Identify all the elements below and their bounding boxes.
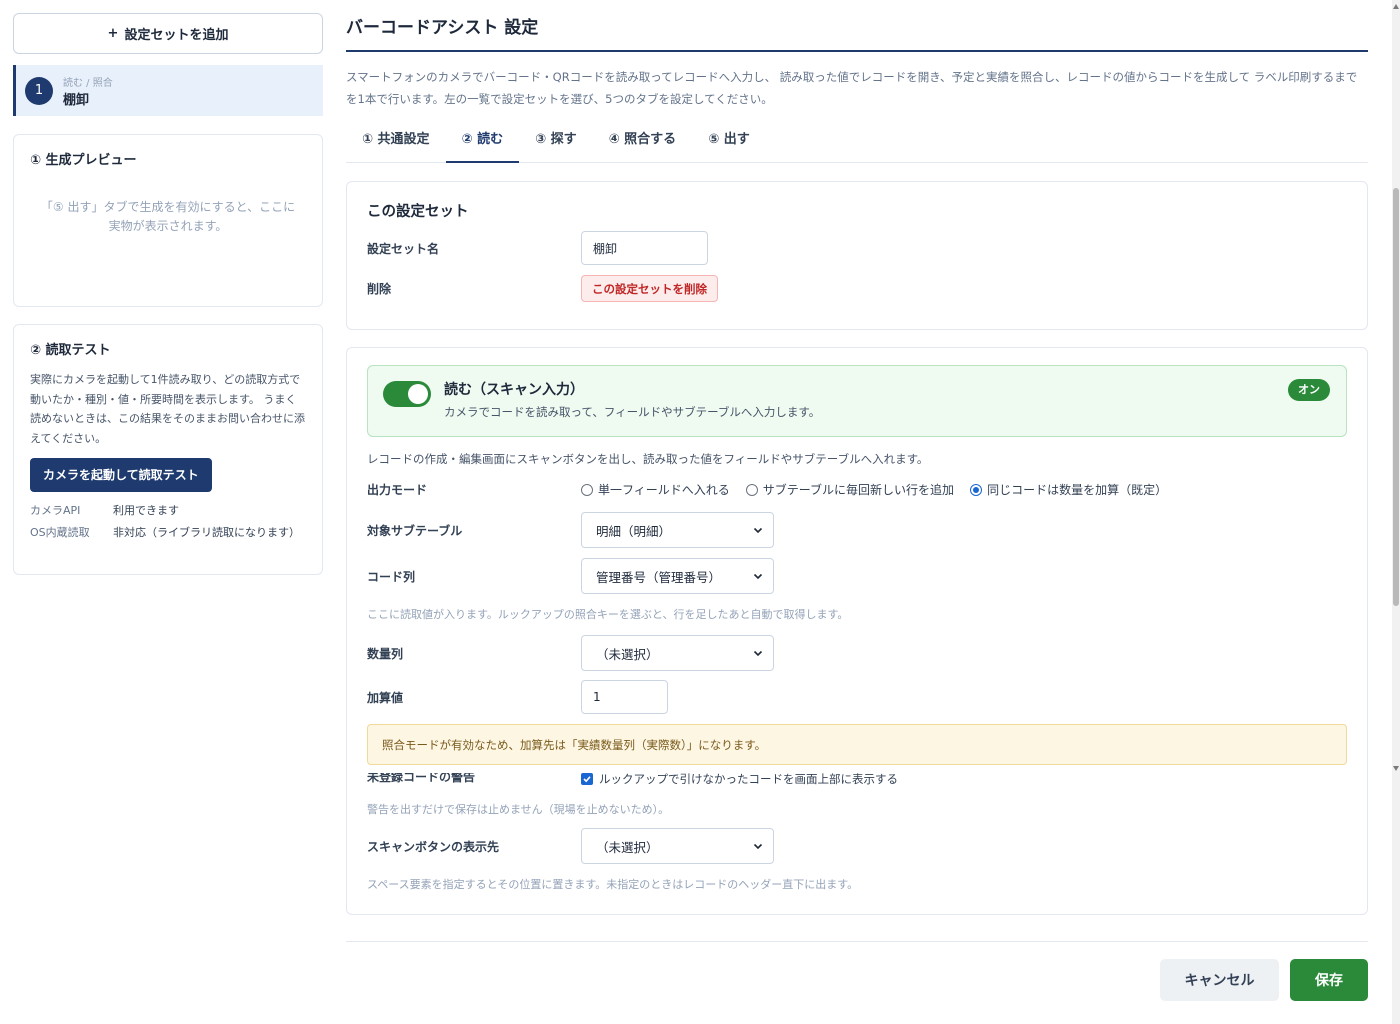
tab-read[interactable]: ② 読む [445, 128, 520, 163]
setting-set-item[interactable]: 1 読む / 照合 棚卸 [13, 65, 323, 116]
preview-title: ① 生成プレビュー [30, 153, 137, 168]
quantity-column-value: （未選択） [596, 646, 659, 662]
code-column-hint: ここに読取値が入ります。ルックアップの照合キーを選ぶと、行を足したあと自動で取得… [367, 608, 849, 621]
setting-set-name: 棚卸 [63, 92, 90, 108]
toggle-knob [408, 384, 428, 404]
read-test-card: ② 読取テスト 実際にカメラを起動して1件読み取り、どの読取方式で動いたか・種別… [13, 324, 323, 575]
camera-test-button[interactable]: カメラを起動して読取テスト [30, 458, 212, 492]
setting-set-number: 1 [25, 76, 53, 105]
chevron-down-icon [753, 843, 763, 850]
scrollbar-thumb[interactable] [1393, 188, 1399, 606]
setting-set-section: この設定セット 設定セット名 棚卸 削除 この設定セットを削除 [346, 181, 1368, 330]
code-column-select[interactable]: 管理番号（管理番号） [581, 558, 774, 594]
set-name-input[interactable]: 棚卸 [581, 231, 708, 265]
footer-divider [346, 941, 1368, 942]
read-toggle[interactable] [383, 381, 431, 407]
read-banner-description: カメラでコードを読み取って、フィールドやサブテーブルへ入力します。 [444, 405, 821, 419]
intro-text: スマートフォンのカメラでバーコード・QRコードを読み取ってレコードへ入力し、 読… [346, 70, 1358, 106]
scrollbar[interactable] [1392, 0, 1400, 1024]
scan-button-position-label: スキャンボタンの表示先 [367, 839, 500, 854]
chevron-down-icon [753, 527, 763, 534]
quantity-column-select[interactable]: （未選択） [581, 635, 774, 671]
subtable-select[interactable]: 明細（明細） [581, 512, 774, 548]
radio-icon [745, 483, 758, 496]
delete-set-button[interactable]: この設定セットを削除 [581, 275, 718, 302]
preview-card: ① 生成プレビュー 「⑤ 出す」タブで生成を有効にすると、ここに 実物が表示され… [13, 134, 323, 307]
quantity-column-label: 数量列 [367, 646, 404, 661]
code-column-label: コード列 [367, 569, 416, 584]
output-mode-label-single: 単一フィールドへ入れる [598, 483, 730, 497]
preview-note-line2: 実物が表示されます。 [108, 219, 228, 233]
setting-set-type: 読む / 照合 [63, 77, 113, 89]
read-section: 読む（スキャン入力） カメラでコードを読み取って、フィールドやサブテーブルへ入力… [346, 347, 1368, 915]
add-setting-set-label: 設定セットを追加 [124, 28, 229, 43]
os-reader-key: OS内蔵読取 [30, 526, 90, 539]
output-mode-label: 出力モード [367, 483, 428, 497]
cancel-button[interactable]: キャンセル [1160, 959, 1279, 1001]
tab-bar: ① 共通設定 ② 読む ③ 探す ④ 照合する ⑤ 出す [346, 128, 1368, 163]
preview-note-line1: 「⑤ 出す」タブで生成を有効にすると、ここに [40, 200, 296, 214]
radio-checked-icon [970, 483, 983, 496]
delete-label: 削除 [367, 282, 392, 296]
unregistered-warning-hint: 警告を出すだけで保存は止めません（現場を止めないため）。 [367, 803, 670, 816]
output-mode-option-new-row[interactable]: サブテーブルに毎回新しい行を追加 [745, 481, 955, 498]
radio-icon [581, 483, 593, 496]
unregistered-warning-text: ルックアップで引けなかったコードを画面上部に表示する [599, 773, 898, 785]
scan-button-position-select[interactable]: （未選択） [581, 828, 774, 864]
scan-button-position-hint: スペース要素を指定するとその位置に置きます。未指定のときはレコードのヘッダー直下… [367, 878, 859, 891]
subtable-value: 明細（明細） [596, 523, 672, 539]
chevron-down-icon [753, 650, 763, 657]
camera-api-row: カメラAPI 利用できます [30, 501, 306, 521]
output-mode-group: 単一フィールドへ入れる サブテーブルに毎回新しい行を追加 同じコードは数量を加算… [581, 481, 1183, 498]
setting-set-section-title: この設定セット [367, 204, 469, 220]
output-mode-option-add-qty[interactable]: 同じコードは数量を加算（既定） [970, 481, 1167, 498]
read-description: レコードの作成・編集画面にスキャンボタンを出し、読み取った値をフィールドやサブテ… [367, 452, 929, 466]
camera-api-key: カメラAPI [30, 504, 81, 517]
sidebar: + 設定セットを追加 1 読む / 照合 棚卸 ① 生成プレビュー 「⑤ 出す」… [13, 13, 323, 575]
add-value-input[interactable]: 1 [581, 680, 668, 714]
os-reader-row: OS内蔵読取 非対応（ライブラリ読取になります） [30, 523, 306, 543]
tab-common[interactable]: ① 共通設定 [346, 128, 446, 163]
tab-output[interactable]: ⑤ 出す [692, 128, 766, 163]
page-title: バーコードアシスト 設定 [346, 13, 1368, 52]
match-mode-alert: 照合モードが有効なため、加算先は「実績数量列（実際数）」になります。 [367, 724, 1347, 765]
checkbox-checked-icon [581, 773, 593, 785]
main-content: バーコードアシスト 設定 スマートフォンのカメラでバーコード・QRコードを読み取… [346, 0, 1368, 915]
unregistered-warning-label: 未登録コードの警告 [367, 773, 476, 784]
unregistered-warning-option[interactable]: ルックアップで引けなかったコードを画面上部に表示する [581, 773, 898, 785]
plus-icon: + [107, 26, 119, 41]
subtable-label: 対象サブテーブル [367, 523, 463, 538]
camera-api-value: 利用できます [113, 504, 179, 517]
chevron-down-icon [753, 573, 763, 580]
output-mode-label-new-row: サブテーブルに毎回新しい行を追加 [762, 483, 955, 497]
tab-search[interactable]: ③ 探す [519, 128, 593, 163]
read-banner-title: 読む（スキャン入力） [444, 382, 584, 398]
code-column-value: 管理番号（管理番号） [596, 569, 722, 585]
output-mode-option-single[interactable]: 単一フィールドへ入れる [581, 481, 730, 498]
scroll-up-icon[interactable] [1393, 4, 1399, 9]
add-value-label: 加算値 [367, 690, 404, 705]
scroll-down-icon[interactable] [1393, 766, 1399, 771]
read-test-title: ② 読取テスト [30, 343, 111, 358]
read-test-description: 実際にカメラを起動して1件読み取り、どの読取方式で動いたか・種別・値・所要時間を… [30, 373, 305, 445]
save-button[interactable]: 保存 [1290, 959, 1368, 1001]
output-mode-label-add-qty: 同じコードは数量を加算（既定） [987, 483, 1168, 497]
read-banner: 読む（スキャン入力） カメラでコードを読み取って、フィールドやサブテーブルへ入力… [367, 365, 1347, 437]
add-setting-set-button[interactable]: + 設定セットを追加 [13, 13, 323, 54]
scan-button-position-value: （未選択） [596, 839, 659, 855]
os-reader-value: 非対応（ライブラリ読取になります） [113, 526, 300, 539]
status-badge: オン [1288, 379, 1330, 401]
tab-match[interactable]: ④ 照合する [593, 128, 693, 163]
set-name-label: 設定セット名 [367, 241, 440, 256]
